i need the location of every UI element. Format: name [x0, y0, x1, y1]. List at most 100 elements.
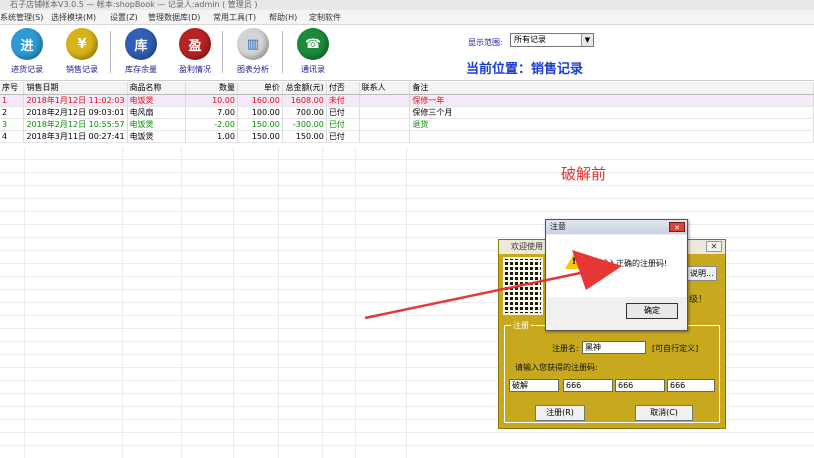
register-code-input-3[interactable]: 666 [615, 379, 665, 392]
sales-records-label: 销售记录 [66, 65, 98, 74]
profit-button[interactable]: 盈 盈利情况 [171, 28, 219, 78]
column-header[interactable]: 序号 [0, 82, 25, 95]
column-header[interactable]: 总金额(元) [282, 82, 327, 95]
column-header[interactable]: 销售日期 [23, 82, 128, 95]
column-header[interactable]: 备注 [409, 82, 814, 95]
grid-column-line [181, 147, 182, 458]
table-row[interactable]: 2 2018年2月12日 09:03:01 电风扇 7.00 100.00 700.00 已… [0, 106, 814, 119]
inventory-button[interactable]: 库 库存余量 [117, 28, 165, 78]
menu-item-tools[interactable]: 常用工具(T) [213, 10, 256, 24]
bar-chart-icon: ▥ [237, 28, 269, 60]
toolbar-separator [282, 31, 283, 73]
register-group: 注册 注册名: 黑神 [可自行定义] 请输入您获得的注册码: 破解 666 66… [504, 320, 720, 423]
table-cell: 1 [0, 94, 25, 107]
grid-column-line [278, 147, 279, 458]
current-location: 当前位置：销售记录 [466, 62, 584, 77]
table-cell: 2018年2月12日 10:55:57 [23, 118, 128, 131]
register-name-label: 注册名: [552, 344, 579, 353]
table-cell: 700.00 [282, 106, 327, 119]
register-code-label: 请输入您获得的注册码: [515, 363, 598, 372]
menu-item-settings[interactable]: 设置(Z) [110, 10, 138, 24]
inventory-label: 库存余量 [125, 65, 157, 74]
cancel-button[interactable]: 取消(C) [635, 405, 693, 421]
table-cell: 保修一年 [409, 94, 814, 107]
column-header[interactable]: 联系人 [359, 82, 411, 95]
table-cell [359, 106, 411, 119]
qr-code-overlay [503, 257, 543, 315]
table-row[interactable]: 3 2018年2月12日 10:55:57 电饭煲 -2.00 150.00 -300.0… [0, 118, 814, 131]
table-header-row: 序号 销售日期 商品名称 数量 单价 总金额(元) 付否 联系人 备注 [0, 82, 814, 95]
register-note: 级！ [689, 295, 708, 305]
register-code-input-1[interactable]: 破解 [509, 379, 559, 392]
profit-icon: 盈 [179, 28, 211, 60]
alert-message: 请输入正确的注册码! [592, 259, 668, 268]
table-cell: 已付 [326, 118, 360, 131]
register-code-input-4[interactable]: 666 [667, 379, 715, 392]
table-row[interactable]: 4 2018年3月11日 00:27:41 电饭煲 1.00 150.00 150.00 已… [0, 130, 814, 143]
table-cell: 150.00 [237, 130, 283, 143]
menu-item-database[interactable]: 管理数据库(D) [148, 10, 200, 24]
grid-column-line [122, 147, 123, 458]
warning-mark: ! [572, 257, 577, 267]
grid-column-line [355, 147, 356, 458]
sales-records-button[interactable]: ¥ 销售记录 [58, 28, 106, 78]
box-in-icon: 进 [11, 28, 43, 60]
table-cell: 150.00 [237, 118, 283, 131]
table-cell: 已付 [326, 106, 360, 119]
toolbar-separator [222, 31, 223, 73]
table-cell [359, 94, 411, 107]
chevron-down-icon[interactable]: ▼ [581, 34, 593, 46]
table-cell: 7.00 [185, 106, 238, 119]
alert-title: 注意 [546, 220, 687, 234]
table-cell: 1608.00 [282, 94, 327, 107]
register-code-input-2[interactable]: 666 [563, 379, 613, 392]
menu-item-system[interactable]: 系统管理(S) [0, 10, 43, 24]
purchase-records-button[interactable]: 进 进货记录 [3, 28, 51, 78]
toolbar: 进 进货记录 ¥ 销售记录 库 库存余量 盈 盈利情况 ▥ 图表分析 ☎ 通讯录… [0, 25, 814, 81]
sales-table: 序号 销售日期 商品名称 数量 单价 总金额(元) 付否 联系人 备注 1 201… [0, 82, 814, 143]
table-cell: 3 [0, 118, 25, 131]
range-select[interactable]: 所有记录 ▼ [510, 33, 594, 47]
table-cell [409, 130, 814, 143]
table-cell: 保修三个月 [409, 106, 814, 119]
profit-label: 盈利情况 [179, 65, 211, 74]
column-header[interactable]: 商品名称 [127, 82, 187, 95]
range-label: 显示范围: [468, 38, 503, 47]
table-cell: 10.00 [185, 94, 238, 107]
close-icon[interactable]: ✕ [669, 222, 685, 232]
menu-bar: 系统管理(S) 选择模块(M) 设置(Z) 管理数据库(D) 常用工具(T) 帮… [0, 10, 814, 25]
table-cell: 2018年3月11日 00:27:41 [23, 130, 128, 143]
table-row[interactable]: 1 2018年1月12日 11:02:03 电饭煲 10.00 160.00 1608.0… [0, 94, 814, 107]
table-cell: 未付 [326, 94, 360, 107]
column-header[interactable]: 数量 [185, 82, 238, 95]
table-cell: 电风扇 [127, 106, 187, 119]
table-cell: 2 [0, 106, 25, 119]
column-header[interactable]: 单价 [237, 82, 283, 95]
menu-item-module[interactable]: 选择模块(M) [51, 10, 96, 24]
register-name-hint: [可自行定义] [652, 344, 699, 353]
table-cell: 4 [0, 130, 25, 143]
ok-button[interactable]: 确定 [626, 303, 678, 319]
chart-analysis-label: 图表分析 [237, 65, 269, 74]
register-button[interactable]: 注册(R) [535, 405, 585, 421]
table-cell: 已付 [326, 130, 360, 143]
close-icon[interactable]: ✕ [706, 241, 722, 252]
toolbar-separator [110, 31, 111, 73]
window-title: 石子店铺帐本V3.0.5 — 帐本:shopBook — 记录人:admin (… [0, 0, 814, 10]
column-header[interactable]: 付否 [326, 82, 360, 95]
alert-body: ! 请输入正确的注册码! [547, 235, 686, 297]
menu-item-help[interactable]: 帮助(H) [269, 10, 297, 24]
table-cell: 电饭煲 [127, 118, 187, 131]
chart-analysis-button[interactable]: ▥ 图表分析 [229, 28, 277, 78]
table-cell: 150.00 [282, 130, 327, 143]
table-cell: -2.00 [185, 118, 238, 131]
warehouse-icon: 库 [125, 28, 157, 60]
instructions-button[interactable]: 说明... [687, 266, 717, 281]
register-name-input[interactable]: 黑神 [582, 341, 646, 354]
register-dialog-title-text: 欢迎使用 [511, 242, 543, 251]
table-cell: 电饭煲 [127, 130, 187, 143]
menu-item-custom[interactable]: 定制软件 [309, 10, 341, 24]
address-book-button[interactable]: ☎ 通讯录 [289, 28, 337, 78]
table-cell: 2018年1月12日 11:02:03 [23, 94, 128, 107]
table-cell: 退货 [409, 118, 814, 131]
